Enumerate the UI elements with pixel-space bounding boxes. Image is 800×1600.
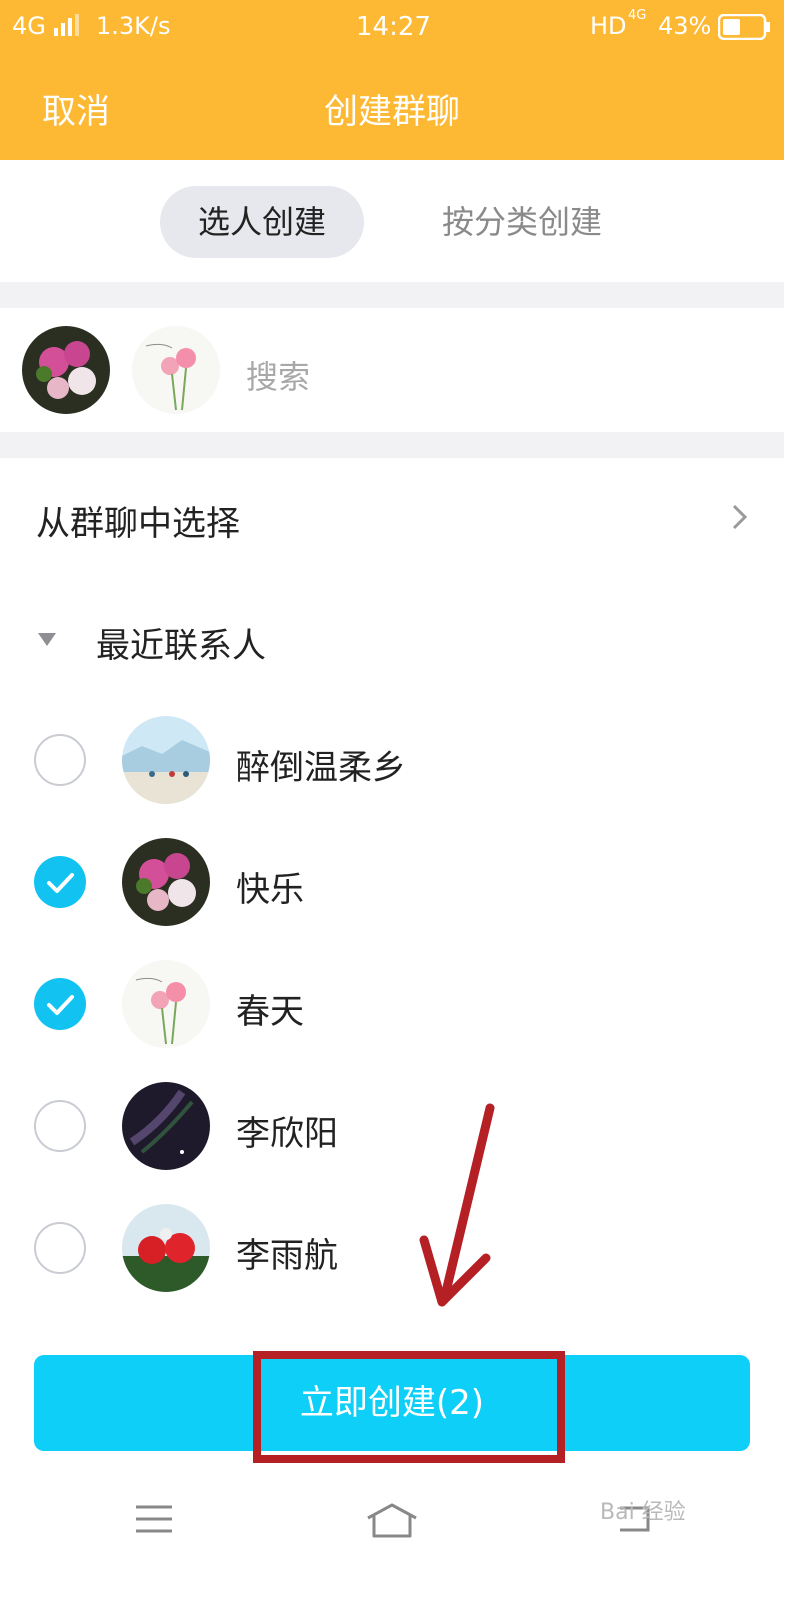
avatar xyxy=(122,716,210,804)
contact-row[interactable]: 快乐 xyxy=(0,822,784,944)
tab-by-category[interactable]: 按分类创建 xyxy=(410,186,634,258)
avatar xyxy=(122,1082,210,1170)
menu-icon[interactable] xyxy=(136,1504,172,1538)
watermark: Bai 经验 xyxy=(600,1500,686,1525)
contact-name: 快乐 xyxy=(236,870,304,910)
select-from-group-label: 从群聊中选择 xyxy=(36,504,240,544)
check-icon xyxy=(47,995,74,1015)
contact-name: 醉倒温柔乡 xyxy=(236,748,406,788)
contact-row[interactable]: 醉倒温柔乡 xyxy=(0,700,784,822)
avatar xyxy=(122,838,210,926)
recent-contacts-header[interactable]: 最近联系人 xyxy=(0,580,784,700)
battery-percent: 43% xyxy=(658,12,712,40)
checkbox[interactable] xyxy=(34,734,86,786)
clock: 14:27 xyxy=(356,12,431,42)
network-type: 4G xyxy=(12,12,46,40)
hd-badge: HD xyxy=(590,12,627,40)
select-from-group-row[interactable]: 从群聊中选择 xyxy=(0,458,784,578)
contact-name: 春天 xyxy=(236,992,304,1032)
home-icon[interactable] xyxy=(366,1502,418,1542)
tab-select-people[interactable]: 选人创建 xyxy=(160,186,364,258)
checkbox[interactable] xyxy=(34,1100,86,1152)
check-icon xyxy=(47,873,74,893)
contact-row[interactable]: 李雨航 xyxy=(0,1188,784,1310)
checkbox[interactable] xyxy=(34,1222,86,1274)
search-input[interactable]: 搜索 xyxy=(246,352,310,398)
contact-row[interactable]: 李欣阳 xyxy=(0,1066,784,1188)
contact-row[interactable]: 春天 xyxy=(0,944,784,1066)
avatar xyxy=(122,960,210,1048)
contact-name: 李欣阳 xyxy=(236,1114,338,1154)
checkbox-checked[interactable] xyxy=(34,856,86,908)
checkbox-checked[interactable] xyxy=(34,978,86,1030)
recent-contacts-label: 最近联系人 xyxy=(96,626,266,666)
network-speed: 1.3K/s xyxy=(96,12,171,40)
highlight-box xyxy=(253,1351,565,1463)
divider xyxy=(0,282,784,308)
chevron-right-icon xyxy=(730,502,750,536)
header: 取消 创建群聊 xyxy=(0,56,784,160)
signal-icon xyxy=(54,14,80,42)
status-bar: 4G 1.3K/s 14:27 HD 4G 43% xyxy=(0,0,784,56)
annotation-arrow xyxy=(419,1103,495,1307)
page-title: 创建群聊 xyxy=(324,92,460,132)
triangle-down-icon xyxy=(38,632,56,651)
avatar xyxy=(122,1204,210,1292)
selected-members-bar: 搜索 xyxy=(0,308,784,432)
selected-avatar-chuntian[interactable] xyxy=(132,326,220,414)
divider xyxy=(0,432,784,458)
selected-avatar-kuaile[interactable] xyxy=(22,326,110,414)
contact-name: 李雨航 xyxy=(236,1236,338,1276)
battery-icon xyxy=(717,13,772,46)
tab-bar: 选人创建 按分类创建 xyxy=(0,160,784,282)
network-right: 4G xyxy=(628,8,647,23)
